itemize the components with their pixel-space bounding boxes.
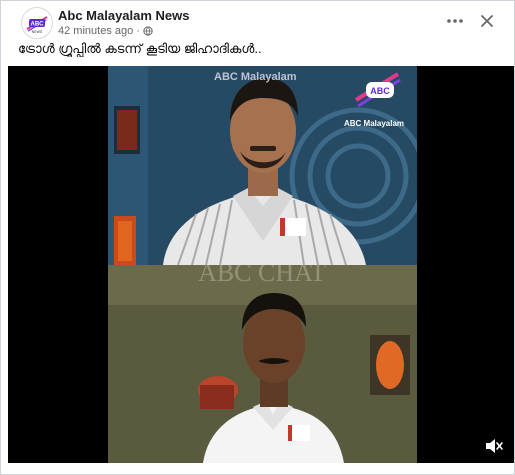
more-icon	[447, 19, 463, 23]
more-options-button[interactable]	[443, 11, 467, 31]
abc-logo-caption: ABC Malayalam	[344, 119, 404, 128]
avatar-logo-text: ABC	[31, 22, 45, 28]
video-watermark-top: ABC Malayalam	[214, 71, 297, 83]
meta-separator: ·	[136, 25, 140, 37]
video-watermark-mid: ABC CHAT	[198, 265, 326, 287]
close-icon	[481, 15, 493, 27]
video-frame-top: ABC Malayalam ABC ABC Malayalam	[108, 66, 417, 265]
video-still-top: ABC Malayalam ABC ABC Malayalam	[108, 66, 417, 265]
avatar-sub-text: NEWS	[32, 30, 43, 34]
page-avatar[interactable]: ABC NEWS	[21, 7, 53, 39]
post-header: ABC NEWS Abc Malayalam News 42 minutes a…	[17, 7, 500, 39]
video-still-bottom: ABC CHAT	[108, 265, 417, 463]
post-dialog: ABC NEWS Abc Malayalam News 42 minutes a…	[0, 0, 515, 475]
post-footer-strip	[8, 464, 514, 474]
abc-news-logo: ABC NEWS	[23, 9, 51, 37]
volume-muted-icon	[486, 439, 503, 453]
post-timestamp[interactable]: 42 minutes ago	[58, 25, 133, 37]
page-name-link[interactable]: Abc Malayalam News	[58, 8, 190, 23]
globe-icon	[143, 26, 153, 36]
video-frame-bottom: ABC CHAT	[108, 265, 417, 463]
post-caption: ട്രോൾ ഗ്രൂപ്പിൽ കടന്ന് കൂടിയ ജിഹാദികൾ..	[18, 41, 262, 56]
video-player[interactable]: ABC Malayalam ABC ABC Malayalam ABC CHAT	[8, 66, 514, 463]
close-button[interactable]	[476, 11, 498, 31]
volume-button[interactable]	[484, 437, 504, 455]
abc-logo-text: ABC	[370, 86, 390, 96]
post-meta: 42 minutes ago ·	[58, 25, 153, 37]
